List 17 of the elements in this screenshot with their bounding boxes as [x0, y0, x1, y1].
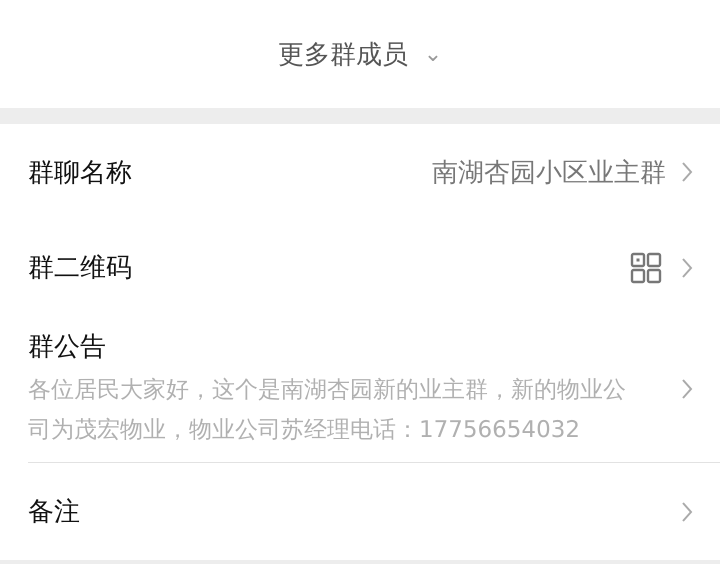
announcement-text: 各位居民大家好，这个是南湖杏园新的业主群，新的物业公司为茂宏物业，物业公司苏经理电话：17756654032: [28, 376, 627, 445]
chevron-icon: [680, 500, 694, 524]
chevron-icon: [680, 376, 694, 400]
row-value: 南湖杏园小区业主群: [432, 156, 666, 190]
qr-code-icon: [630, 252, 662, 284]
row-label: 备注: [28, 496, 81, 529]
settings-row[interactable]: 群公告 各位居民大家好，这个是南湖杏园新的业主群，新的物业公司为茂宏物业，物业公司苏经理电话：17756654032: [0, 315, 720, 462]
row-label: 群公告: [28, 331, 107, 364]
settings-row[interactable]: 群聊名称 南湖杏园小区业主群: [0, 124, 720, 220]
row-label: 群二维码: [28, 252, 133, 285]
chevron-icon: [680, 160, 694, 184]
settings-row[interactable]: 备注: [0, 463, 720, 560]
chevron-icon: [680, 256, 694, 280]
row-label: 群聊名称: [28, 156, 133, 190]
chevron-down-icon: ⌄: [424, 42, 442, 66]
more-members-button[interactable]: 更多群成员 ⌄: [0, 0, 720, 108]
settings-row[interactable]: 群二维码: [0, 220, 720, 315]
